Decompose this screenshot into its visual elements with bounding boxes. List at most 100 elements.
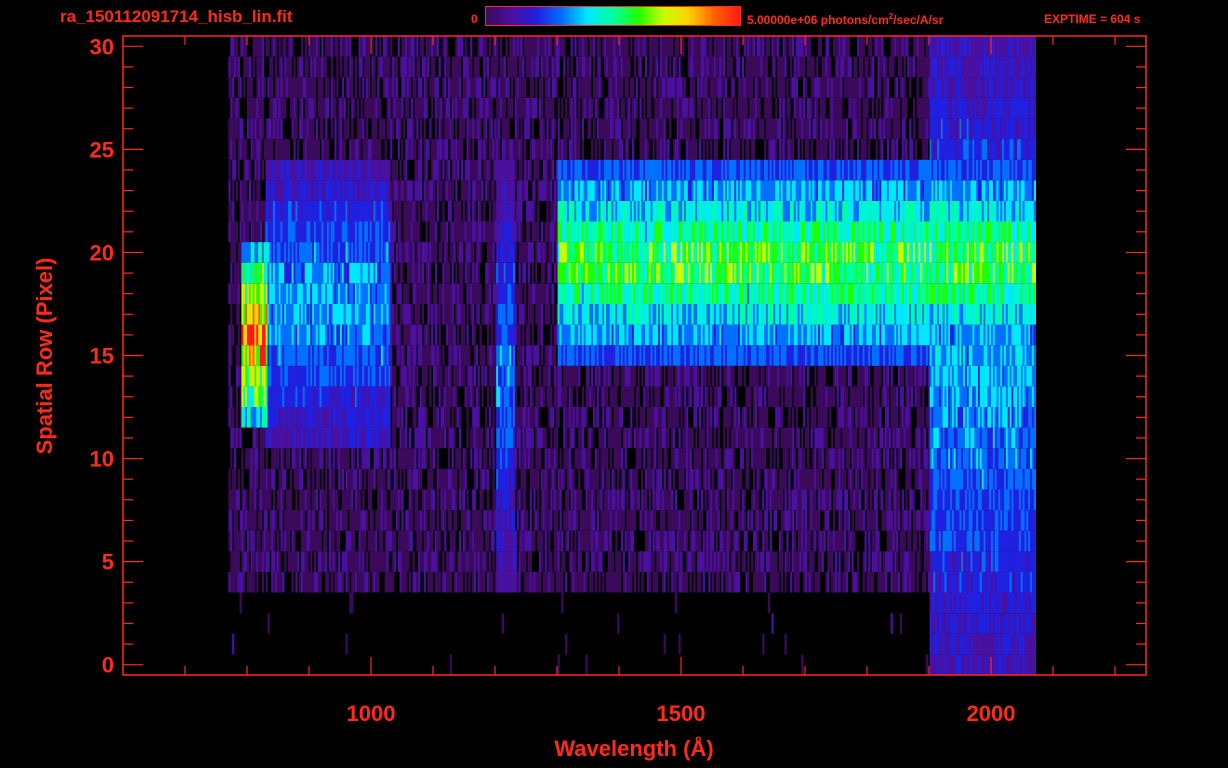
heatmap-cell: [314, 510, 317, 531]
heatmap-cell: [594, 551, 597, 572]
heatmap-cell: [1028, 571, 1031, 593]
heatmap-cell: [284, 468, 287, 490]
heatmap-cell: [507, 345, 510, 366]
heatmap-cell: [366, 407, 369, 428]
heatmap-cell: [712, 530, 715, 552]
heatmap-cell: [334, 324, 337, 346]
heatmap-cell: [680, 407, 683, 428]
heatmap-cell: [617, 489, 620, 511]
heatmap-cell: [265, 345, 268, 366]
heatmap-cell: [793, 324, 796, 346]
heatmap-cell: [423, 448, 426, 469]
heatmap-cell: [868, 324, 871, 346]
heatmap-cell: [446, 551, 449, 572]
heatmap-cell: [306, 530, 309, 552]
heatmap-cell: [734, 345, 737, 366]
heatmap-cell: [966, 489, 969, 511]
heatmap-cell: [384, 365, 387, 387]
heatmap-cell: [864, 551, 867, 572]
heatmap-cell: [632, 345, 635, 366]
heatmap-cell: [747, 551, 750, 572]
heatmap-cell: [282, 345, 285, 366]
heatmap-cell: [991, 386, 994, 407]
heatmap-cell: [1004, 365, 1007, 387]
heatmap-cell: [929, 654, 932, 675]
heatmap-cell: [306, 365, 309, 387]
heatmap-cell: [585, 654, 588, 675]
heatmap-cell: [520, 551, 523, 572]
heatmap-cell: [464, 551, 467, 572]
heatmap-cell: [957, 530, 960, 552]
heatmap-cell: [557, 407, 560, 428]
heatmap-cell: [682, 448, 685, 469]
heatmap-cell: [991, 407, 994, 428]
heatmap-cell: [278, 551, 281, 572]
heatmap-cell: [924, 530, 927, 552]
heatmap-cell: [966, 654, 969, 675]
heatmap-cell: [501, 530, 504, 552]
heatmap-cell: [282, 571, 285, 593]
heatmap-cell: [786, 448, 789, 469]
heatmap-cell: [622, 365, 625, 387]
heatmap-cell: [702, 571, 705, 593]
heatmap-cell: [793, 365, 796, 387]
heatmap-cell: [728, 530, 731, 552]
heatmap-cell: [540, 345, 544, 366]
heatmap-cell: [981, 365, 984, 387]
heatmap-cell: [656, 571, 659, 593]
heatmap-cell: [537, 489, 540, 511]
heatmap-cell: [704, 489, 707, 511]
heatmap-cell: [1000, 324, 1003, 346]
heatmap-cell: [678, 365, 681, 387]
heatmap-cell: [981, 489, 984, 511]
heatmap-cell: [976, 407, 979, 428]
heatmap-cell: [273, 489, 276, 511]
heatmap-cell: [340, 448, 343, 469]
heatmap-cell: [870, 427, 873, 449]
heatmap-cell: [961, 365, 964, 387]
heatmap-cell: [466, 304, 469, 325]
heatmap-cell: [565, 633, 568, 655]
heatmap-cell: [700, 365, 703, 387]
heatmap-cell: [632, 551, 635, 572]
heatmap-cell: [970, 448, 973, 469]
heatmap-cell: [330, 324, 333, 346]
heatmap-cell: [712, 571, 715, 593]
heatmap-cell: [449, 427, 452, 449]
heatmap-cell: [1013, 407, 1016, 428]
heatmap-cell: [1007, 654, 1010, 675]
heatmap-cell: [518, 489, 521, 511]
heatmap-cell: [637, 386, 640, 407]
heatmap-cell: [799, 324, 802, 346]
heatmap-cell: [963, 345, 966, 366]
heatmap-cell: [1031, 448, 1035, 469]
heatmap-cell: [397, 510, 400, 531]
heatmap-cell: [367, 304, 371, 325]
heatmap-cell: [630, 571, 633, 593]
heatmap-cell: [836, 345, 839, 366]
heatmap-cell: [663, 489, 666, 511]
heatmap-cell: [739, 427, 743, 449]
heatmap-cell: [1022, 530, 1025, 552]
heatmap-cell: [609, 510, 612, 531]
heatmap-cell: [274, 427, 278, 449]
heatmap-cell: [338, 365, 341, 387]
heatmap-cell: [1004, 448, 1007, 469]
heatmap-cell: [254, 489, 257, 511]
heatmap-cell: [650, 427, 653, 449]
heatmap-cell: [535, 468, 538, 490]
heatmap-cell: [981, 613, 984, 634]
heatmap-cell: [613, 345, 616, 366]
heatmap-cell: [678, 571, 681, 593]
heatmap-cell: [247, 510, 250, 531]
heatmap-cell: [805, 510, 808, 531]
heatmap-cell: [539, 571, 542, 593]
heatmap-cell: [762, 324, 765, 346]
heatmap-cell: [557, 365, 560, 387]
heatmap-cell: [535, 510, 538, 531]
heatmap-cell: [823, 530, 826, 552]
heatmap-cell: [674, 592, 677, 614]
heatmap-cell: [754, 407, 757, 428]
heatmap-cell: [423, 510, 426, 531]
heatmap-cell: [805, 489, 808, 511]
